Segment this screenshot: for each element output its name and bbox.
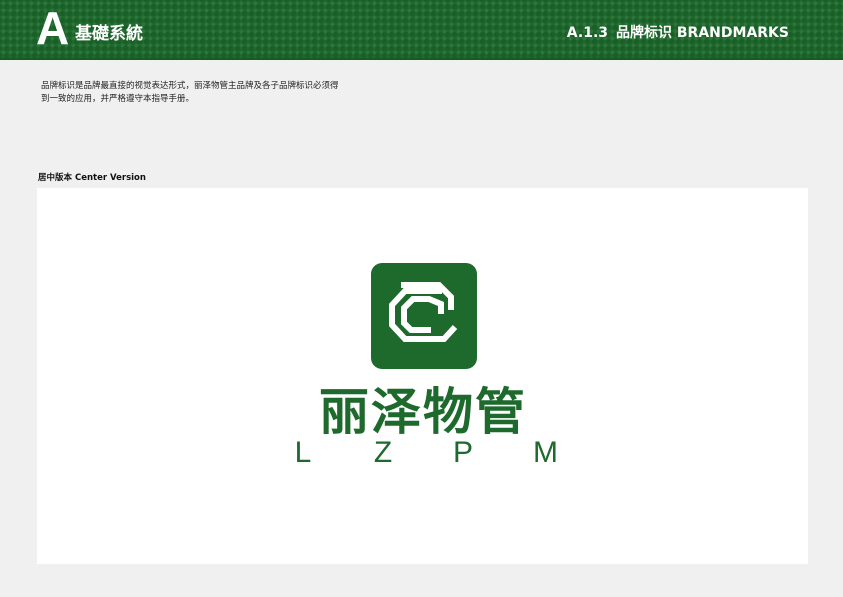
logo-icon-background	[371, 263, 477, 369]
chapter-title: 基礎系統	[75, 24, 143, 44]
brand-logo-icon	[371, 263, 477, 369]
logo-letter-z: Z	[373, 436, 393, 469]
page-header: A 基礎系統 A.1.3 品牌标识 BRANDMARKS	[0, 0, 843, 60]
version-label: 居中版本 Center Version	[38, 173, 146, 183]
section-name-en: BRANDMARKS	[676, 25, 789, 41]
logo-chinese-name: 丽泽物管	[319, 383, 527, 441]
logo-english-letters: L Z P M	[293, 436, 558, 469]
section-name-cn: 品牌标识	[616, 25, 673, 41]
section-code: A.1.3	[566, 25, 609, 41]
intro-line-1: 品牌标识是品牌最直接的视觉表达形式，丽泽物管主品牌及各子品牌标识必须得	[41, 81, 339, 91]
section-title: A.1.3 品牌标识 BRANDMARKS	[567, 24, 789, 42]
intro-text: 品牌标识是品牌最直接的视觉表达形式，丽泽物管主品牌及各子品牌标识必须得 到一致的…	[41, 80, 381, 106]
logo-letter-m: M	[533, 436, 558, 469]
chapter-letter: A	[36, 2, 70, 54]
intro-line-2: 到一致的应用，并严格遵守本指导手册。	[41, 94, 195, 104]
logo-panel: 丽泽物管 L Z P M	[37, 188, 808, 564]
logo-letter-p: P	[453, 436, 474, 469]
logo-letter-l: L	[294, 436, 312, 469]
